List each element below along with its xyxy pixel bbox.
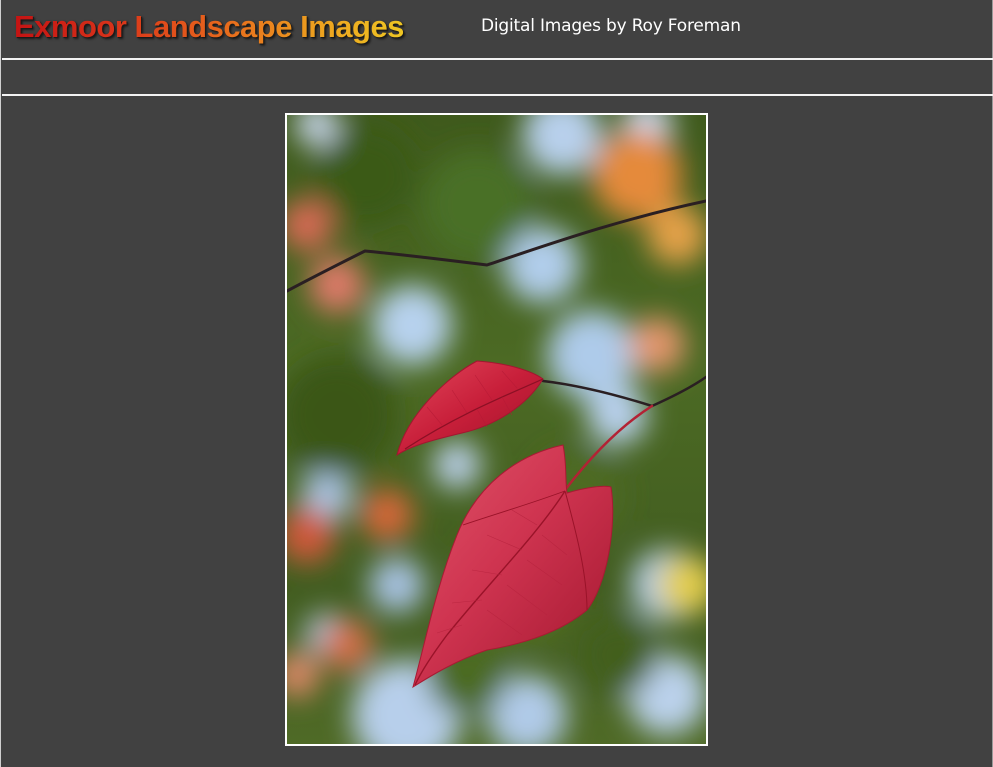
page: Exmoor Landscape Images Digital Images b… [0,0,993,767]
site-tagline: Digital Images by Roy Foreman [481,16,741,36]
site-header: Exmoor Landscape Images Digital Images b… [2,0,993,58]
photo-red-leaves-image [287,115,706,744]
navigation-bar [2,60,993,94]
main-photo[interactable] [285,113,708,746]
site-title-logo[interactable]: Exmoor Landscape Images [14,9,404,45]
header-divider-bottom [2,94,993,96]
